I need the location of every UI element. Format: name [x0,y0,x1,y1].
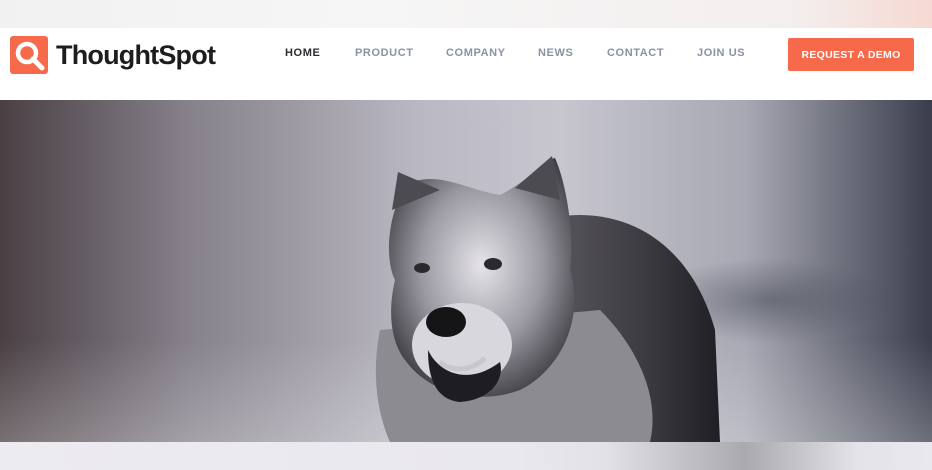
request-demo-button[interactable]: REQUEST A DEMO [788,38,914,71]
site-header: ThoughtSpot HOME PRODUCT COMPANY NEWS CO… [0,28,932,100]
top-browser-strip [0,0,932,28]
bottom-strip [0,442,932,470]
nav-item-home[interactable]: HOME [285,47,320,59]
nav-item-join-us[interactable]: JOIN US [697,47,745,59]
hero-banner [0,100,932,442]
nav-item-product[interactable]: PRODUCT [355,47,414,59]
wolf-photo [375,156,720,442]
nav-item-company[interactable]: COMPANY [446,47,506,59]
nav-item-contact[interactable]: CONTACT [607,47,664,59]
nav-item-news[interactable]: NEWS [538,47,573,59]
